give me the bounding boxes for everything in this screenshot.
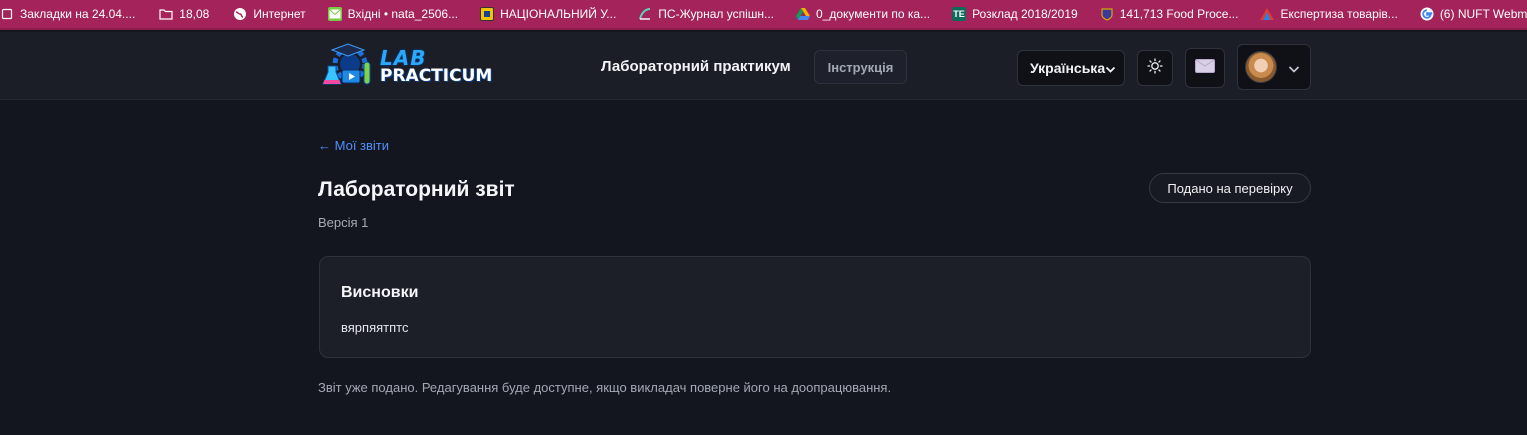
journal-icon [638,7,652,21]
bookmark-item[interactable]: 141,713 Food Proce... [1094,0,1245,28]
app-title[interactable]: Лабораторний практикум [601,58,791,75]
bookmark-label: 18,08 [179,7,210,21]
university-icon [480,7,495,21]
theme-toggle-button[interactable] [1137,50,1173,86]
bookmark-label: (6) NUFT Webmail ::... [1439,7,1527,21]
user-menu-button[interactable] [1237,44,1311,90]
back-to-reports-link[interactable]: ← Мої звіти [318,138,389,153]
bookmark-label: 141,713 Food Proce... [1119,7,1239,21]
mail-icon [327,7,342,21]
chevron-down-icon [1105,62,1116,78]
bookmark-item[interactable]: (6) NUFT Webmail ::... [1414,0,1527,28]
bookmarks-bar: Закладки на 24.04.... 18,08 Интернет Вхі… [0,0,1527,30]
submission-notice: Звіт уже подано. Редагування буде доступ… [318,380,892,395]
bookmark-label: ПС-Журнал успішн... [658,7,774,21]
card-title: Висновки [341,284,419,301]
logo[interactable]: LAB PRACTICUM [322,41,493,91]
sun-icon [1147,57,1163,79]
bookmark-label: Интернет [253,7,306,21]
bookmark-label: Експертиза товарів... [1280,7,1398,21]
bookmark-label: НАЦІОНАЛЬНИЙ У... [500,7,617,21]
app-header: LAB PRACTICUM Лабораторний практикум Інс… [0,32,1527,100]
drive-color-icon [1260,7,1275,21]
avatar [1245,51,1277,83]
google-icon [1420,7,1434,21]
bookmark-item[interactable]: ПС-Журнал успішн... [632,0,780,28]
globe-icon [233,7,247,21]
bookmark-item[interactable]: 18,08 [153,0,215,28]
bookmark-label: Закладки на 24.04.... [20,7,136,21]
language-select[interactable]: Українська [1017,50,1125,86]
bookmark-label: Розклад 2018/2019 [972,7,1078,21]
chevron-down-icon [1288,62,1300,80]
logo-text-bottom: PRACTICUM [380,65,493,86]
bookmark-item[interactable]: Вхідні • nata_2506... [322,0,464,28]
bookmark-item[interactable]: Интернет [227,0,311,28]
version-label: Версія 1 [318,215,369,230]
bookmark-item[interactable]: НАЦІОНАЛЬНИЙ У... [474,0,622,28]
conclusions-card: Висновки вярпяятптс [319,256,1311,358]
bookmark-page-icon [0,7,14,21]
bookmark-item[interactable]: 0_документи по ка... [790,0,936,28]
drive-icon [796,7,810,21]
bookmark-item[interactable]: TE Розклад 2018/2019 [946,0,1084,28]
envelope-icon [1195,58,1215,78]
bookmark-label: 0_документи по ка... [816,7,931,21]
crest-icon [1100,7,1114,21]
messages-button[interactable] [1185,48,1225,88]
language-value: Українська [1030,60,1106,76]
instructions-button[interactable]: Інструкція [814,50,907,84]
te-icon: TE [952,7,967,21]
bookmark-item[interactable]: Закладки на 24.04.... [0,0,141,28]
status-badge: Подано на перевірку [1149,173,1311,203]
card-text: вярпяятптс [341,320,409,335]
folder-icon [159,7,173,21]
page-title: Лабораторний звіт [318,178,515,201]
bookmark-item[interactable]: Експертиза товарів... [1254,0,1403,28]
bookmark-label: Вхідні • nata_2506... [347,7,459,21]
logo-text-top: LAB [380,45,427,70]
lab-logo-icon [322,42,378,90]
